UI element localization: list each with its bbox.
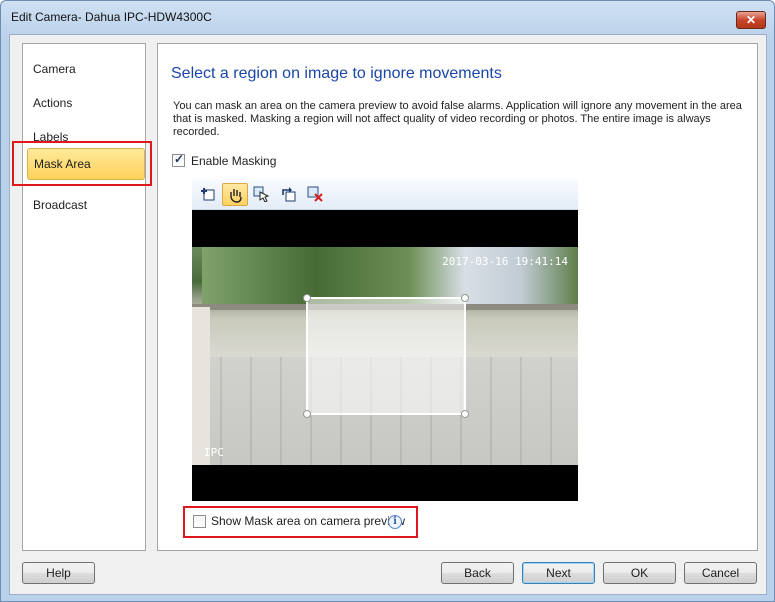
show-mask-checkbox[interactable] bbox=[193, 515, 206, 528]
sidebar-item-mask-area[interactable]: Mask Area bbox=[27, 148, 145, 180]
mask-handle-top-left[interactable] bbox=[303, 294, 311, 302]
settings-sidebar: Camera Actions Labels Mask Area Broadcas… bbox=[22, 43, 146, 551]
hand-pan-icon[interactable] bbox=[222, 183, 248, 206]
window-title: Edit Camera- Dahua IPC-HDW4300C bbox=[11, 10, 212, 24]
close-button[interactable]: ✕ bbox=[736, 11, 766, 29]
edit-camera-window: Edit Camera- Dahua IPC-HDW4300C ✕ Camera… bbox=[0, 0, 775, 602]
cancel-button[interactable]: Cancel bbox=[684, 562, 757, 584]
help-button[interactable]: Help bbox=[22, 562, 95, 584]
enable-masking-checkbox[interactable]: ✓ bbox=[172, 152, 185, 167]
camera-preview[interactable]: 2017-03-16 19:41:14 IPC bbox=[192, 247, 578, 465]
dialog-body: Camera Actions Labels Mask Area Broadcas… bbox=[9, 34, 767, 595]
rotate-icon[interactable] bbox=[276, 183, 302, 206]
sidebar-item-broadcast[interactable]: Broadcast bbox=[27, 189, 145, 221]
sidebar-item-actions[interactable]: Actions bbox=[27, 87, 145, 119]
show-mask-label[interactable]: Show Mask area on camera preview bbox=[211, 514, 405, 528]
preview-wall bbox=[192, 307, 210, 465]
sidebar-item-camera[interactable]: Camera bbox=[27, 53, 145, 85]
mask-handle-bottom-right[interactable] bbox=[461, 410, 469, 418]
page-title: Select a region on image to ignore movem… bbox=[171, 65, 502, 82]
info-icon[interactable]: i bbox=[388, 515, 402, 529]
enable-masking-label[interactable]: Enable Masking bbox=[191, 154, 276, 168]
delete-mask-icon[interactable] bbox=[303, 183, 329, 206]
title-bar[interactable]: Edit Camera- Dahua IPC-HDW4300C ✕ bbox=[1, 1, 774, 35]
mask-area-panel: Select a region on image to ignore movem… bbox=[157, 43, 758, 551]
back-button[interactable]: Back bbox=[441, 562, 514, 584]
mask-handle-top-right[interactable] bbox=[461, 294, 469, 302]
mask-toolbar bbox=[192, 179, 578, 210]
next-button[interactable]: Next bbox=[522, 562, 595, 584]
mask-region[interactable] bbox=[303, 294, 469, 418]
mask-editor: 2017-03-16 19:41:14 IPC bbox=[192, 179, 578, 501]
description-text: You can mask an area on the camera previ… bbox=[173, 100, 742, 138]
select-pointer-icon[interactable] bbox=[249, 183, 275, 206]
preview-timestamp: 2017-03-16 19:41:14 bbox=[442, 255, 568, 268]
mask-handle-bottom-left[interactable] bbox=[303, 410, 311, 418]
checkmark-icon: ✓ bbox=[174, 152, 185, 166]
preview-channel-label: IPC bbox=[204, 446, 224, 459]
ok-button[interactable]: OK bbox=[603, 562, 676, 584]
add-mask-icon[interactable] bbox=[195, 183, 221, 206]
